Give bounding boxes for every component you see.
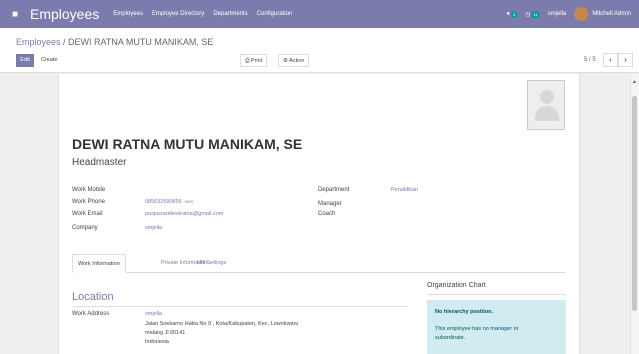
company-value[interactable]: smjella: [145, 225, 162, 231]
pager-value[interactable]: 5 / 5: [584, 57, 596, 63]
clock-icon: ◷: [525, 11, 531, 18]
work-address-country: Indonesia: [145, 339, 169, 345]
tab-hr-settings[interactable]: HR Settings: [192, 254, 231, 273]
activity-button[interactable]: ◷ 11: [525, 10, 540, 18]
menu-departments[interactable]: Departments: [213, 11, 247, 17]
coach-label: Coach: [318, 211, 336, 217]
employee-name: DEWI RATNA MUTU MANIKAM, SE: [72, 136, 303, 152]
edit-button[interactable]: Edit: [16, 54, 34, 67]
breadcrumb-separator: /: [60, 37, 69, 47]
work-address-street: Jalan Soekarno Hatta No 9 , Kota/Kabupat…: [145, 321, 299, 327]
action-button[interactable]: ⚙ Action: [278, 54, 310, 67]
breadcrumb: Employees / DEWI RATNA MUTU MANIKAM, SE: [16, 37, 213, 47]
activity-badge: 11: [531, 10, 540, 18]
avatar: [574, 7, 589, 21]
sms-link[interactable]: SMS: [185, 199, 194, 204]
work-phone-label: Work Phone: [72, 199, 105, 205]
top-navbar: ■ Employees Employees Employee Directory…: [0, 0, 639, 28]
chat-icon: ●: [506, 11, 510, 17]
person-placeholder-body: [535, 106, 559, 121]
department-label: Department: [318, 187, 350, 193]
form-tabs: Work Information Private Information HR …: [72, 254, 566, 273]
chat-badge: 3: [511, 10, 518, 18]
org-chart-title: Organization Chart: [427, 282, 486, 289]
apps-menu-icon[interactable]: ■: [4, 9, 26, 20]
work-address-company[interactable]: smjella: [145, 311, 162, 317]
work-email-label: Work Email: [72, 211, 103, 217]
person-placeholder-icon: [540, 90, 554, 104]
tab-work-information[interactable]: Work Information: [72, 254, 126, 273]
department-value[interactable]: Pendidikan: [391, 187, 418, 193]
work-address-label: Work Address: [72, 311, 110, 317]
scroll-up-icon[interactable]: ▲: [632, 80, 637, 85]
menu-configuration[interactable]: Configuration: [257, 11, 293, 17]
chat-button[interactable]: ● 3: [506, 10, 518, 18]
breadcrumb-current: DEWI RATNA MUTU MANIKAM, SE: [68, 37, 214, 47]
org-chart-heading: No hierarchy position.: [435, 309, 494, 315]
menu-employee-directory[interactable]: Employee Directory: [152, 11, 204, 17]
work-email-value[interactable]: puspasaridewiratna@gmail.com: [145, 211, 223, 217]
app-title[interactable]: Employees: [30, 6, 99, 22]
org-chart-text: This employee has no manager or subordin…: [435, 326, 519, 341]
work-address-city: malang Jl 65141: [145, 330, 186, 336]
location-divider: [72, 306, 408, 307]
pager-previous-button[interactable]: ‹: [603, 53, 618, 67]
manager-label: Manager: [318, 201, 342, 207]
create-button[interactable]: Create: [41, 54, 58, 67]
breadcrumb-employees-link[interactable]: Employees: [16, 37, 61, 47]
print-button[interactable]: ⎙ Print: [240, 54, 268, 67]
user-name: Mitchell Admin: [592, 11, 631, 17]
employee-job-title: Headmaster: [72, 157, 127, 168]
org-chart-divider: [427, 294, 566, 295]
control-panel: Employees / DEWI RATNA MUTU MANIKAM, SE …: [0, 28, 639, 73]
location-title: Location: [72, 291, 114, 303]
company-label: Company: [72, 225, 98, 231]
work-phone-field: 085632590856 SMS: [145, 199, 193, 205]
scrollbar-thumb[interactable]: [632, 96, 637, 311]
pager-next-button[interactable]: ›: [618, 53, 633, 67]
employee-photo[interactable]: [527, 80, 565, 130]
company-switcher[interactable]: smjella: [548, 11, 567, 17]
menu-employees[interactable]: Employees: [113, 11, 143, 17]
work-mobile-label: Work Mobile: [72, 187, 106, 193]
work-phone-value[interactable]: 085632590856: [145, 199, 182, 205]
user-menu[interactable]: Mitchell Admin: [574, 7, 631, 21]
